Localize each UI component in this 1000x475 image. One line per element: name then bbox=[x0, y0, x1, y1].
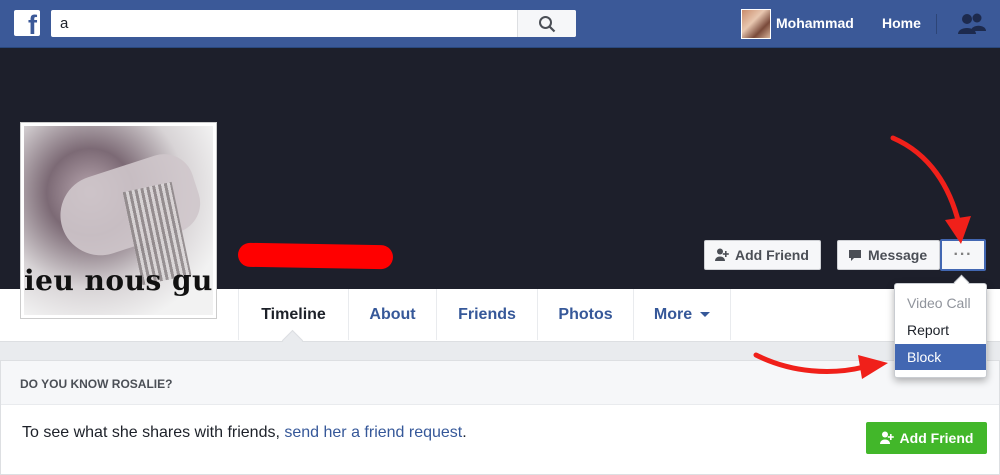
search-icon bbox=[539, 16, 556, 33]
more-options-dropdown: Video Call Report Block bbox=[894, 283, 987, 378]
home-link[interactable]: Home bbox=[882, 15, 921, 31]
message-label: Message bbox=[868, 247, 928, 263]
add-friend-button[interactable]: Add Friend bbox=[704, 240, 821, 270]
avatar[interactable] bbox=[741, 9, 771, 39]
facebook-logo[interactable]: f bbox=[14, 10, 40, 39]
profile-picture-caption: ieu nous gu bbox=[24, 264, 213, 297]
add-friend-icon bbox=[715, 248, 729, 261]
search-input-value[interactable]: a bbox=[60, 15, 68, 32]
user-name-link[interactable]: Mohammad bbox=[776, 15, 854, 31]
menu-item-block[interactable]: Block bbox=[895, 344, 986, 370]
friend-request-link[interactable]: send her a friend request bbox=[284, 424, 462, 441]
tab-friends[interactable]: Friends bbox=[436, 289, 537, 340]
menu-item-report[interactable]: Report bbox=[895, 317, 986, 343]
search-input[interactable]: a bbox=[51, 10, 576, 37]
search-button[interactable] bbox=[517, 10, 576, 37]
card-text: To see what she shares with friends, sen… bbox=[22, 424, 467, 441]
card-title: DO YOU KNOW ROSALIE? bbox=[20, 377, 173, 391]
tab-about[interactable]: About bbox=[348, 289, 436, 340]
add-friend-green-label: Add Friend bbox=[899, 430, 974, 446]
redacted-name bbox=[237, 242, 394, 270]
annotation-arrow-down bbox=[890, 135, 971, 244]
profile-picture-image: ieu nous gu bbox=[24, 126, 213, 315]
chevron-down-icon bbox=[700, 312, 711, 317]
divider bbox=[936, 14, 937, 34]
top-navigation-bar: f a Mohammad Home bbox=[0, 0, 1000, 48]
friends-icon[interactable] bbox=[957, 13, 987, 35]
menu-item-video-call: Video Call bbox=[907, 295, 971, 311]
tab-more[interactable]: More bbox=[633, 289, 731, 340]
more-dots-icon: ··· bbox=[953, 246, 973, 263]
tab-photos[interactable]: Photos bbox=[537, 289, 633, 340]
message-icon bbox=[849, 249, 861, 261]
add-friend-green-button[interactable]: Add Friend bbox=[866, 422, 987, 454]
profile-picture[interactable]: ieu nous gu bbox=[20, 122, 217, 319]
add-friend-icon bbox=[879, 431, 894, 444]
annotation-arrow-right bbox=[753, 352, 888, 379]
add-friend-label: Add Friend bbox=[735, 247, 809, 263]
